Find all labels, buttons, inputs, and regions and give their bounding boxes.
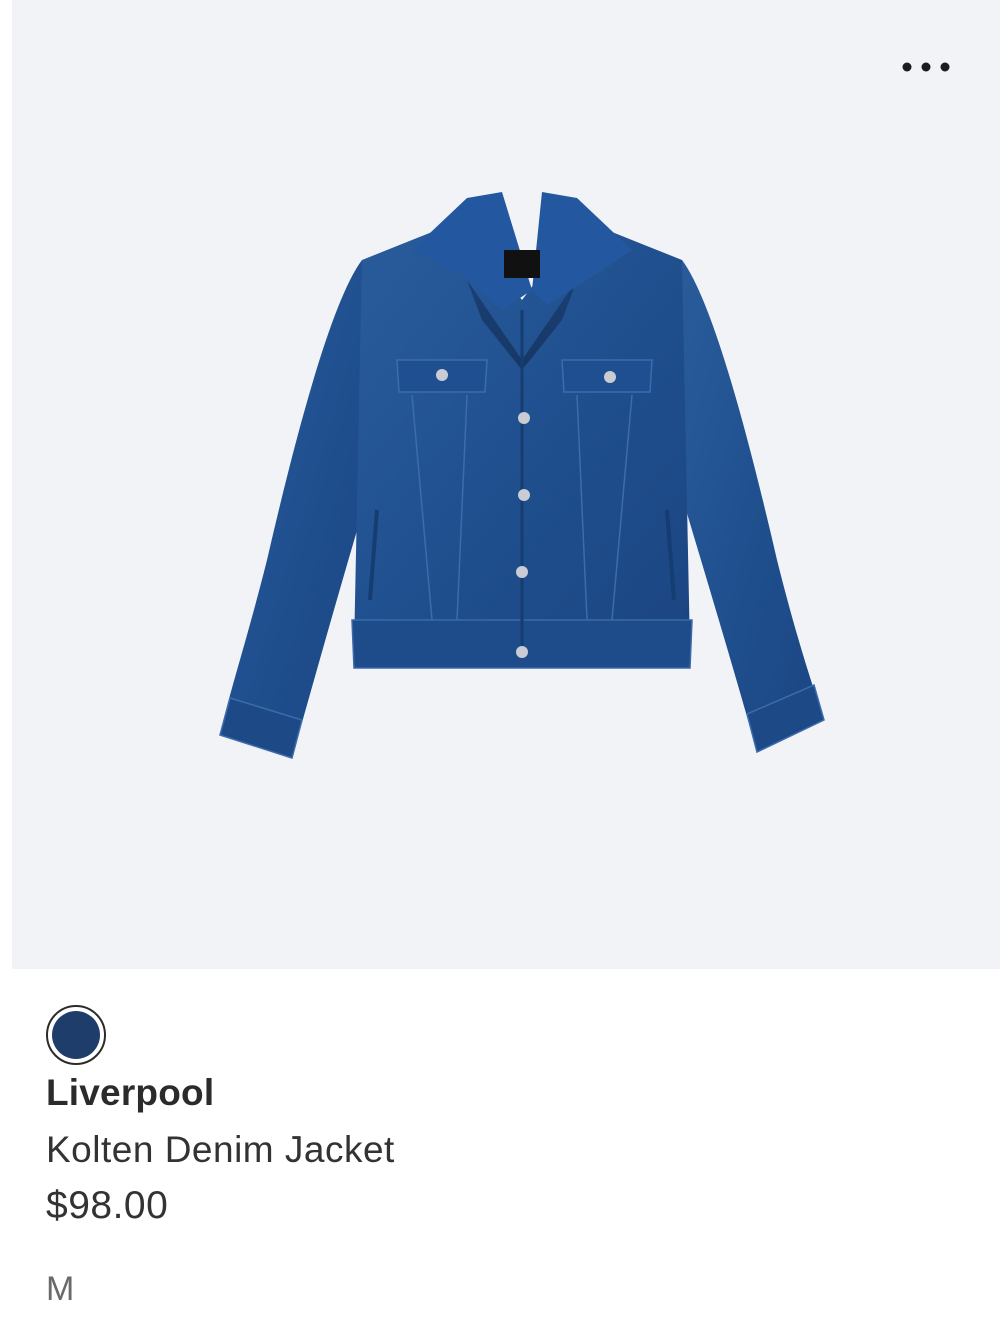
more-horizontal-icon — [902, 62, 950, 72]
jacket-image — [219, 192, 825, 759]
more-options-button[interactable] — [888, 48, 964, 86]
product-size: M — [46, 1270, 75, 1308]
product-card: Liverpool Kolten Denim Jacket $98.00 M — [0, 0, 1000, 1333]
color-swatch-fill — [52, 1011, 100, 1059]
product-image-area[interactable] — [12, 0, 1000, 969]
product-title: Kolten Denim Jacket — [46, 1129, 395, 1170]
brand-name: Liverpool — [46, 1072, 215, 1113]
product-price: $98.00 — [46, 1184, 169, 1227]
color-swatch-selected[interactable] — [46, 1005, 106, 1065]
